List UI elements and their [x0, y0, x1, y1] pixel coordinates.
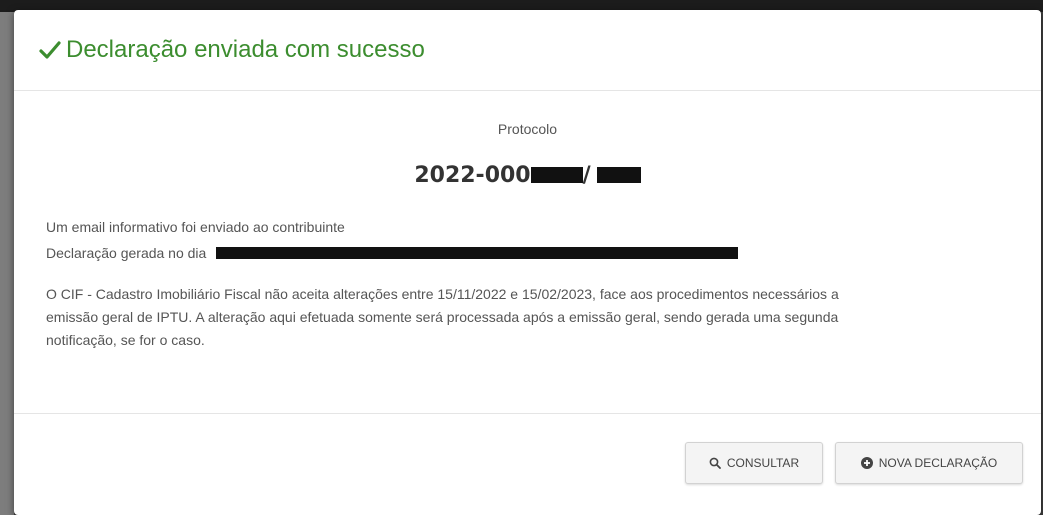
modal-title-text: Declaração enviada com sucesso	[66, 36, 425, 63]
redaction-bar	[530, 166, 583, 183]
email-sent-message: Um email informativo foi enviado ao cont…	[46, 219, 345, 235]
success-modal: Declaração enviada com sucesso Protocolo…	[14, 10, 1041, 515]
protocol-number-separator: /	[582, 163, 591, 188]
protocol-label: Protocolo	[497, 121, 558, 137]
redaction-bar	[596, 166, 641, 183]
generated-date-label: Declaração gerada no dia	[46, 245, 207, 261]
notice-line: O CIF - Cadastro Imobiliário Fiscal não …	[46, 286, 839, 302]
redaction-bar	[216, 247, 739, 260]
plus-circle-icon	[860, 457, 873, 469]
protocol-number: 2022-000 /	[14, 163, 1041, 188]
modal-title: Declaração enviada com sucesso	[38, 36, 425, 64]
modal-footer: CONSULTAR NOVA DECLARAÇÃO	[14, 414, 1041, 514]
modal-header: Declaração enviada com sucesso	[14, 10, 1041, 91]
generated-date-line: Declaração gerada no dia	[46, 245, 739, 261]
cif-notice: O CIF - Cadastro Imobiliário Fiscal não …	[46, 283, 1021, 352]
background-edge	[0, 12, 14, 515]
notice-line: notificação, se for o caso.	[46, 332, 205, 348]
check-icon	[38, 38, 62, 62]
protocol-number-prefix: 2022-000	[414, 163, 531, 188]
modal-body: Protocolo 2022-000 / Um email informativo…	[14, 91, 1041, 414]
notice-line: emissão geral de IPTU. A alteração aqui …	[46, 309, 839, 325]
consult-button[interactable]: CONSULTAR	[685, 442, 823, 484]
new-declaration-button-label: NOVA DECLARAÇÃO	[878, 456, 998, 470]
new-declaration-button[interactable]: NOVA DECLARAÇÃO	[835, 442, 1023, 484]
search-icon	[709, 457, 721, 469]
consult-button-label: CONSULTAR	[726, 456, 800, 470]
